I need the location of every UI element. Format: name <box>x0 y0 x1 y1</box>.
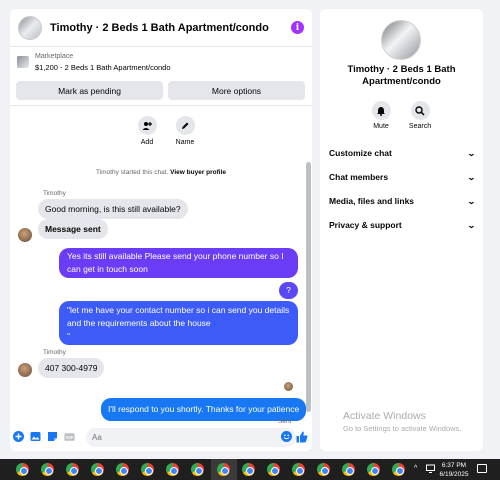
listing-card: Marketplace $1,200 - 2 Beds 1 Bath Apart… <box>10 48 312 106</box>
clock-time: 6:37 PM <box>441 462 467 469</box>
outgoing-message[interactable]: "let me have your contact number so i ca… <box>59 301 298 346</box>
message-list[interactable]: Add Name Timothy started this chat. View… <box>10 107 312 425</box>
incoming-message[interactable]: Good morning, is this still available? <box>38 199 188 219</box>
conversation-title: Timothy · 2 Beds 1 Bath Apartment/condo <box>347 64 456 88</box>
seen-avatar <box>284 382 293 391</box>
chrome-icon[interactable] <box>392 463 405 476</box>
activate-windows-title: Activate Windows <box>343 410 426 422</box>
section-label: Privacy & support <box>329 220 402 230</box>
mute-action[interactable]: Mute <box>361 101 401 130</box>
composer: GIF <box>10 425 312 451</box>
message-status: Sent <box>278 418 292 425</box>
plus-icon[interactable] <box>13 431 24 442</box>
chrome-icon[interactable] <box>16 463 29 476</box>
tray-chevron-icon[interactable]: ^ <box>414 465 417 472</box>
contact-avatar[interactable] <box>18 228 32 242</box>
more-options-button[interactable]: More options <box>168 81 305 100</box>
outgoing-message[interactable]: ? <box>279 282 298 299</box>
search-icon <box>410 101 430 120</box>
gif-icon[interactable]: GIF <box>64 431 75 442</box>
name-label: Name <box>175 139 195 146</box>
section-chat-members[interactable]: Chat members ⌄ <box>329 172 477 182</box>
svg-text:GIF: GIF <box>66 435 74 440</box>
section-label: Chat members <box>329 172 389 182</box>
chrome-icon[interactable] <box>66 463 79 476</box>
chrome-icon[interactable] <box>217 463 230 476</box>
photo-icon[interactable] <box>30 431 41 442</box>
sticker-icon[interactable] <box>47 431 58 442</box>
chrome-icon[interactable] <box>141 463 154 476</box>
chevron-down-icon: ⌄ <box>467 172 477 182</box>
section-privacy-support[interactable]: Privacy & support ⌄ <box>329 220 477 230</box>
scrollbar[interactable] <box>306 162 311 412</box>
add-label: Add <box>140 139 154 146</box>
incoming-message[interactable]: 407 300-4979 <box>38 358 105 378</box>
activate-windows-subtitle: Go to Settings to activate Windows. <box>343 424 462 433</box>
message-input[interactable] <box>86 428 296 447</box>
emoji-icon[interactable] <box>281 431 292 442</box>
chrome-icon[interactable] <box>191 463 204 476</box>
chrome-icon[interactable] <box>91 463 104 476</box>
bell-icon <box>371 101 391 120</box>
system-clock[interactable]: 6:37 PM 6/19/2025 <box>438 461 470 479</box>
section-label: Media, files and links <box>329 196 415 206</box>
name-action[interactable]: Name <box>165 116 205 146</box>
add-person-icon <box>137 116 157 135</box>
info-icon[interactable]: i <box>291 21 304 34</box>
section-customize-chat[interactable]: Customize chat ⌄ <box>329 148 477 158</box>
outgoing-message[interactable]: Yes its still available Please send your… <box>59 248 298 278</box>
section-media-files-links[interactable]: Media, files and links ⌄ <box>329 196 477 206</box>
mute-label: Mute <box>373 123 389 130</box>
started-text: Timothy started this chat. <box>95 169 169 176</box>
chrome-icon[interactable] <box>242 463 255 476</box>
listing-category: Marketplace <box>35 53 74 60</box>
like-icon[interactable] <box>295 430 308 443</box>
sender-name: Timothy <box>43 190 66 197</box>
mark-pending-button[interactable]: Mark as pending <box>16 81 163 100</box>
chevron-down-icon: ⌄ <box>467 148 477 158</box>
section-label: Customize chat <box>329 148 392 158</box>
chrome-icon[interactable] <box>116 463 129 476</box>
taskbar: ^ 6:37 PM 6/19/2025 <box>0 459 500 480</box>
network-icon[interactable] <box>426 464 435 475</box>
chrome-icon[interactable] <box>367 463 380 476</box>
chrome-icon[interactable] <box>41 463 54 476</box>
chat-title[interactable]: Timothy · 2 Beds 1 Bath Apartment/condo <box>50 22 269 34</box>
view-buyer-profile-link[interactable]: View buyer profile <box>170 169 226 176</box>
conversation-info-panel: Timothy · 2 Beds 1 Bath Apartment/condo … <box>320 9 483 451</box>
listing-thumbnail[interactable] <box>17 56 29 68</box>
chrome-icon[interactable] <box>166 463 179 476</box>
contact-avatar[interactable] <box>18 363 32 377</box>
listing-price[interactable]: $1,200 - 2 Beds 1 Bath Apartment/condo <box>35 63 171 72</box>
add-action[interactable]: Add <box>127 116 167 146</box>
listing-avatar[interactable] <box>18 15 42 40</box>
chat-started-note: Timothy started this chat. View buyer pr… <box>10 169 312 176</box>
outgoing-message[interactable]: I'll respond to you shortly. Thanks for … <box>101 398 307 421</box>
chat-header: Timothy · 2 Beds 1 Bath Apartment/condo … <box>10 9 312 47</box>
pencil-icon <box>175 116 195 135</box>
clock-date: 6/19/2025 <box>439 471 469 479</box>
search-action[interactable]: Search <box>400 101 440 130</box>
sender-name: Timothy <box>43 349 66 356</box>
chevron-down-icon: ⌄ <box>467 220 477 230</box>
incoming-message[interactable]: Message sent <box>38 219 108 239</box>
chrome-icon[interactable] <box>292 463 305 476</box>
chat-panel: Timothy · 2 Beds 1 Bath Apartment/condo … <box>10 9 312 451</box>
notification-icon[interactable] <box>477 464 487 473</box>
chrome-icon[interactable] <box>342 463 355 476</box>
chevron-down-icon: ⌄ <box>467 196 477 206</box>
conversation-avatar[interactable] <box>381 20 421 60</box>
search-label: Search <box>408 123 432 130</box>
chrome-icon[interactable] <box>267 463 280 476</box>
chrome-icon[interactable] <box>317 463 330 476</box>
